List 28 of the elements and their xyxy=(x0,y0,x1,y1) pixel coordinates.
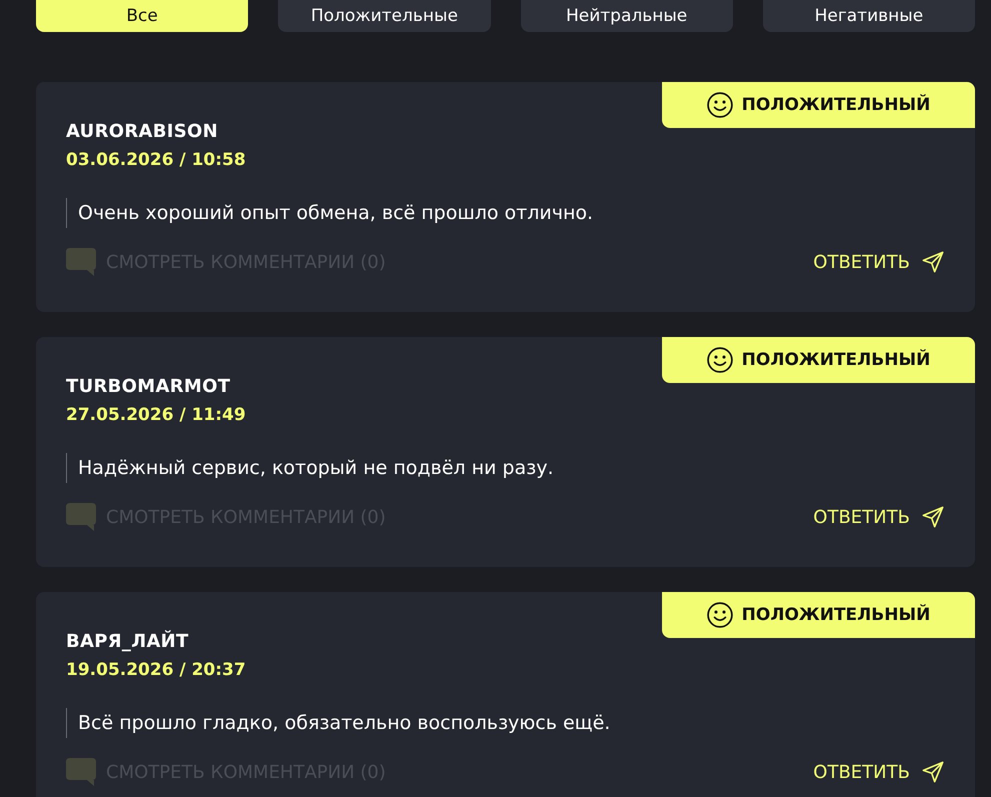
smiley-icon xyxy=(706,347,733,373)
smiley-icon xyxy=(706,602,733,628)
reply-button[interactable]: ОТВЕТИТЬ xyxy=(813,761,944,783)
review-date: 27.05.2026 / 11:49 xyxy=(66,404,246,426)
speech-bubble-icon xyxy=(66,248,96,276)
send-icon xyxy=(922,251,944,273)
reply-button[interactable]: ОТВЕТИТЬ xyxy=(813,506,944,528)
filter-tab[interactable]: Нейтральные xyxy=(520,0,733,32)
sentiment-label: ПОЛОЖИТЕЛЬНЫЙ xyxy=(742,605,930,625)
filter-tab[interactable]: Все xyxy=(36,0,248,32)
smiley-icon xyxy=(706,92,733,118)
review-author: TURBOMARMOT xyxy=(66,376,230,398)
sentiment-label: ПОЛОЖИТЕЛЬНЫЙ xyxy=(742,350,930,370)
filter-tab[interactable]: Негативные xyxy=(762,0,975,32)
send-icon xyxy=(922,506,944,528)
send-icon xyxy=(922,761,944,783)
filter-tab[interactable]: Положительные xyxy=(278,0,490,32)
speech-bubble-icon xyxy=(66,503,96,531)
review-text: Надёжный сервис, который не подвёл ни разу. xyxy=(66,453,554,483)
review-date: 03.06.2026 / 10:58 xyxy=(66,149,246,171)
reply-button[interactable]: ОТВЕТИТЬ xyxy=(813,251,944,273)
review-text: Всё прошло гладко, обязательно воспользуюсь ещё. xyxy=(66,708,610,738)
speech-bubble-icon xyxy=(66,758,96,786)
sentiment-label: ПОЛОЖИТЕЛЬНЫЙ xyxy=(742,95,930,115)
review-text: Очень хороший опыт обмена, всё прошло отлично. xyxy=(66,198,594,228)
review-author: ВАРЯ_ЛАЙТ xyxy=(66,631,189,653)
review-author: AURORABISON xyxy=(66,121,218,143)
review-date: 19.05.2026 / 20:37 xyxy=(66,659,246,681)
